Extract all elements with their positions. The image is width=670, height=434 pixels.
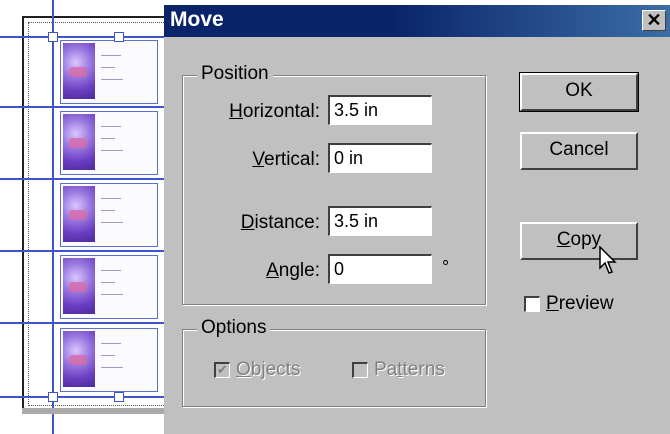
preview-label: Preview	[546, 293, 614, 314]
horizontal-guide[interactable]	[0, 178, 170, 180]
postcard-object[interactable]	[60, 111, 158, 175]
postcard-object[interactable]	[60, 40, 158, 104]
options-legend: Options	[197, 317, 271, 339]
card-artwork	[63, 331, 95, 387]
postcard-object[interactable]	[60, 183, 158, 247]
card-artwork	[63, 114, 95, 170]
move-dialog: Move ✕ Position Horizontal: Vertical: Di…	[164, 5, 670, 434]
objects-checkbox[interactable]: ✔ Objects	[214, 359, 300, 381]
horizontal-guide[interactable]	[0, 36, 170, 38]
position-legend: Position	[197, 63, 273, 85]
copy-button[interactable]: Copy	[520, 222, 638, 260]
horizontal-guide[interactable]	[0, 322, 170, 324]
horizontal-guide[interactable]	[0, 396, 170, 398]
selection-handle[interactable]	[114, 392, 124, 402]
cancel-button[interactable]: Cancel	[520, 132, 638, 170]
checkbox-checked-icon: ✔	[214, 362, 230, 378]
vertical-guide[interactable]	[52, 0, 54, 434]
horizontal-guide[interactable]	[0, 106, 170, 108]
dialog-title: Move	[170, 8, 224, 31]
selection-handle[interactable]	[48, 392, 58, 402]
checkbox-unchecked-icon	[524, 296, 540, 312]
horizontal-input[interactable]	[328, 95, 432, 125]
close-icon: ✕	[646, 10, 662, 30]
horizontal-label: Horizontal:	[229, 101, 320, 122]
page-shadow	[22, 408, 172, 414]
dialog-titlebar[interactable]: Move ✕	[164, 5, 670, 37]
card-artwork	[63, 258, 95, 314]
selection-handle[interactable]	[48, 32, 58, 42]
angle-label: Angle:	[266, 260, 320, 281]
patterns-label: Patterns	[374, 359, 445, 380]
card-artwork	[63, 43, 95, 99]
distance-input[interactable]	[328, 206, 432, 236]
degree-unit: °	[442, 257, 450, 277]
hand-pointer-cursor-icon	[599, 246, 617, 274]
patterns-checkbox[interactable]: Patterns	[352, 359, 445, 381]
postcard-object[interactable]	[60, 328, 158, 392]
card-artwork	[63, 186, 95, 242]
ok-button[interactable]: OK	[519, 72, 639, 112]
objects-label: Objects	[236, 359, 301, 380]
angle-input[interactable]	[328, 254, 432, 284]
selection-handle[interactable]	[114, 32, 124, 42]
vertical-label: Vertical:	[252, 149, 320, 170]
distance-label: Distance:	[240, 212, 320, 233]
postcard-object[interactable]	[60, 255, 158, 319]
vertical-input[interactable]	[328, 143, 432, 173]
close-button[interactable]: ✕	[642, 10, 666, 31]
preview-checkbox[interactable]: Preview	[524, 293, 614, 315]
checkbox-unchecked-icon	[352, 362, 368, 378]
horizontal-guide[interactable]	[0, 250, 170, 252]
